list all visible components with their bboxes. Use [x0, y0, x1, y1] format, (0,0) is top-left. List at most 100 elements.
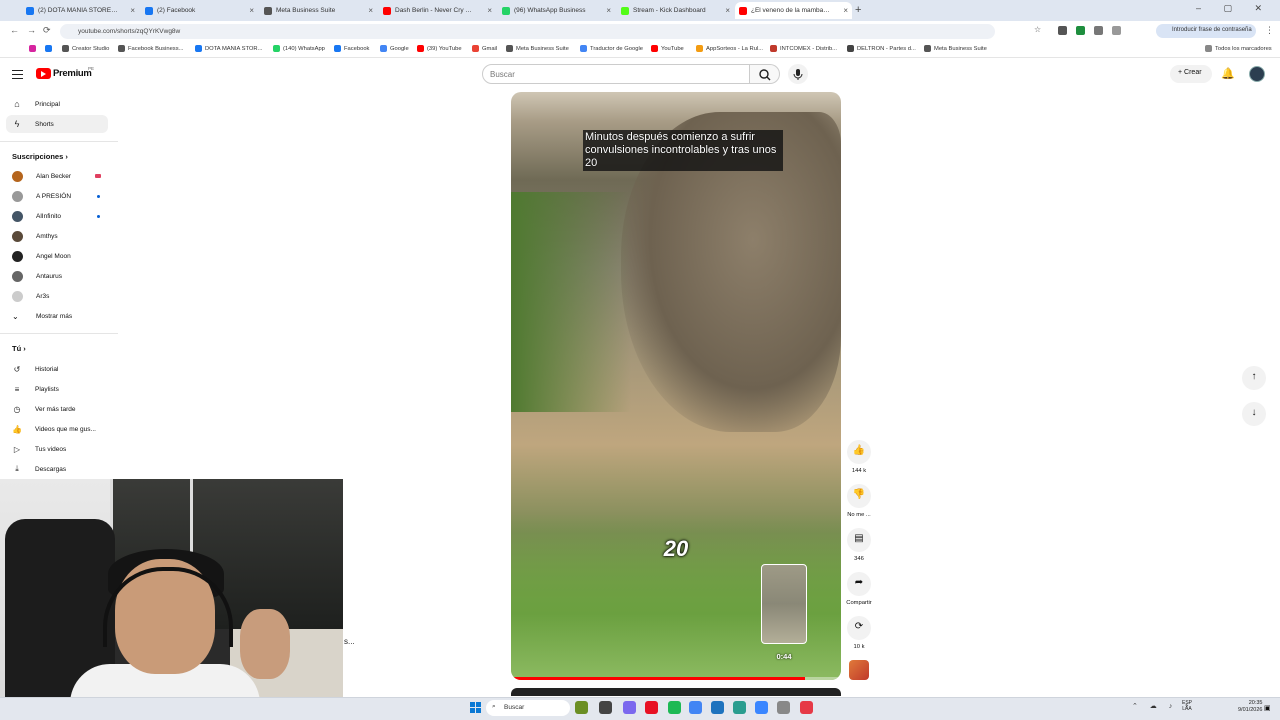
- bookmark-item[interactable]: AppSorteos - La Rul...: [696, 45, 763, 52]
- sidebar-item-you[interactable]: ≡ Playlists: [6, 380, 108, 398]
- search-input[interactable]: Buscar: [482, 64, 750, 84]
- browser-menu-icon[interactable]: ⋮: [1265, 25, 1274, 36]
- new-tab-button[interactable]: +: [855, 4, 861, 16]
- taskbar-app-icon[interactable]: [689, 701, 702, 714]
- back-icon[interactable]: ←: [10, 25, 19, 35]
- dislike-icon[interactable]: 👎: [847, 484, 871, 508]
- next-short-preview[interactable]: [511, 688, 841, 696]
- notifications-bell-icon[interactable]: 🔔: [1221, 67, 1235, 80]
- browser-tab[interactable]: Dash Berlin - Never Cry Again ×: [379, 2, 496, 19]
- taskbar-app-icon[interactable]: [623, 701, 636, 714]
- browser-tab[interactable]: (2) Facebook ×: [141, 2, 258, 19]
- password-prompt-chip[interactable]: Introducir frase de contraseña: [1156, 24, 1256, 38]
- close-tab-icon[interactable]: ×: [843, 6, 848, 15]
- share-icon[interactable]: ➦: [847, 572, 871, 596]
- voice-search-button[interactable]: [788, 64, 808, 84]
- subscription-item[interactable]: Antaurus: [12, 269, 62, 283]
- close-tab-icon[interactable]: ×: [130, 6, 135, 15]
- bookmark-item[interactable]: Creator Studio: [62, 45, 109, 52]
- subscription-item[interactable]: AlInfinito: [12, 209, 100, 223]
- youtube-premium-logo[interactable]: Premium: [53, 68, 92, 79]
- taskbar-app-icon[interactable]: [800, 701, 813, 714]
- reload-icon[interactable]: ⟳: [43, 25, 51, 36]
- extension-icon[interactable]: [1058, 26, 1067, 35]
- extension-icon[interactable]: [1076, 26, 1085, 35]
- taskbar-app-icon[interactable]: [755, 701, 768, 714]
- extension-icon[interactable]: [1094, 26, 1103, 35]
- bookmark-item[interactable]: (39) YouTube: [417, 45, 462, 52]
- like-icon[interactable]: 👍: [847, 440, 871, 464]
- language-indicator[interactable]: ESP LAA: [1182, 700, 1192, 712]
- close-tab-icon[interactable]: ×: [249, 6, 254, 15]
- taskbar-app-icon[interactable]: [645, 701, 658, 714]
- bookmark-item[interactable]: INTCOMEX - Distrib...: [770, 45, 837, 52]
- previous-short-button[interactable]: ↑: [1242, 366, 1266, 390]
- close-tab-icon[interactable]: ×: [368, 6, 373, 15]
- forward-icon[interactable]: →: [27, 25, 36, 35]
- sidebar-item-you[interactable]: ▷ Tus videos: [6, 440, 108, 458]
- sidebar-item-you[interactable]: ◷ Ver más tarde: [6, 400, 108, 418]
- subscription-item[interactable]: Alan Becker: [12, 169, 101, 183]
- bookmark-item[interactable]: DOTA MANIA STOR...: [195, 45, 262, 52]
- bookmark-item[interactable]: Facebook: [334, 45, 369, 52]
- account-avatar[interactable]: [1249, 66, 1265, 82]
- youtube-logo-icon[interactable]: [36, 68, 51, 79]
- share-action[interactable]: ➦ Compartir: [842, 572, 876, 606]
- bookmark-item[interactable]: DELTRON - Partes d...: [847, 45, 916, 52]
- subscription-item[interactable]: Ar3s: [12, 289, 49, 303]
- taskbar-clock[interactable]: 20:35 9/01/2026: [1238, 700, 1262, 714]
- window-controls[interactable]: – ▢ ✕: [1196, 3, 1272, 14]
- bookmark-item[interactable]: Traductor de Google: [580, 45, 643, 52]
- browser-tab[interactable]: (2) DOTA MANIA STORE está e... ×: [22, 2, 139, 19]
- bookmark-star-icon[interactable]: ☆: [1034, 25, 1041, 34]
- subscription-item[interactable]: Amthys: [12, 229, 58, 243]
- close-tab-icon[interactable]: ×: [725, 6, 730, 15]
- browser-tab[interactable]: (96) WhatsApp Business ×: [498, 2, 615, 19]
- remix-action[interactable]: ⟳ 10 k: [842, 616, 876, 650]
- bookmark-item[interactable]: Google: [380, 45, 409, 52]
- browser-tab[interactable]: Stream - Kick Dashboard ×: [617, 2, 734, 19]
- dislike-action[interactable]: 👎 No me ...: [842, 484, 876, 518]
- bookmark-item[interactable]: Meta Business Suite: [924, 45, 987, 52]
- you-header[interactable]: Tú ›: [12, 344, 26, 353]
- sidebar-item-shorts[interactable]: ϟ Shorts: [6, 115, 108, 133]
- close-tab-icon[interactable]: ×: [487, 6, 492, 15]
- remix-icon[interactable]: ⟳: [847, 616, 871, 640]
- search-button[interactable]: [750, 64, 780, 84]
- bookmark-item[interactable]: YouTube: [651, 45, 684, 52]
- taskbar-app-icon[interactable]: [599, 701, 612, 714]
- browser-tab[interactable]: ¿El veneno de la mamba ne... ×: [735, 2, 852, 19]
- video-progress-bar[interactable]: [511, 677, 841, 680]
- close-tab-icon[interactable]: ×: [606, 6, 611, 15]
- extensions-puzzle-icon[interactable]: [1112, 26, 1121, 35]
- taskbar-app-icon[interactable]: [777, 701, 790, 714]
- subscription-item[interactable]: Angel Moon: [12, 249, 71, 263]
- shorts-video-player[interactable]: Minutos después comienzo a sufrir convul…: [511, 92, 841, 680]
- taskbar-app-icon[interactable]: [668, 701, 681, 714]
- comments-action[interactable]: ▤ 346: [842, 528, 876, 562]
- sidebar-item-principal[interactable]: ⌂ Principal: [6, 95, 108, 113]
- channel-thumbnail[interactable]: [849, 660, 869, 680]
- show-more-button[interactable]: ⌄ Mostrar más: [12, 309, 72, 323]
- create-button[interactable]: + Crear: [1170, 65, 1212, 83]
- sidebar-item-you[interactable]: 👍 Videos que me gus...: [6, 420, 108, 438]
- taskbar-app-icon[interactable]: [711, 701, 724, 714]
- like-action[interactable]: 👍 144 k: [842, 440, 876, 474]
- browser-tab[interactable]: Meta Business Suite ×: [260, 2, 377, 19]
- sidebar-item-you[interactable]: ⤓ Descargas: [6, 460, 108, 478]
- subscription-item[interactable]: A PRESIÓN: [12, 189, 100, 203]
- address-bar[interactable]: youtube.com/shorts/zqQYrKVwg8w: [60, 24, 995, 39]
- bookmark-item[interactable]: Gmail: [472, 45, 497, 52]
- comments-icon[interactable]: ▤: [847, 528, 871, 552]
- sidebar-item-you[interactable]: ↺ Historial: [6, 360, 108, 378]
- taskbar-app-icon[interactable]: [575, 701, 588, 714]
- bookmark-item[interactable]: Facebook Business...: [118, 45, 183, 52]
- notifications-icon[interactable]: ▣: [1264, 704, 1271, 712]
- subscriptions-header[interactable]: Suscripciones ›: [12, 152, 68, 161]
- taskbar-app-icon[interactable]: [733, 701, 746, 714]
- taskbar-search[interactable]: ⌕ Buscar: [486, 700, 570, 716]
- bookmark-item[interactable]: (140) WhatsApp: [273, 45, 325, 52]
- bookmark-item[interactable]: [29, 45, 39, 52]
- all-bookmarks-button[interactable]: Todos los marcadores: [1205, 45, 1272, 52]
- next-short-button[interactable]: ↓: [1242, 402, 1266, 426]
